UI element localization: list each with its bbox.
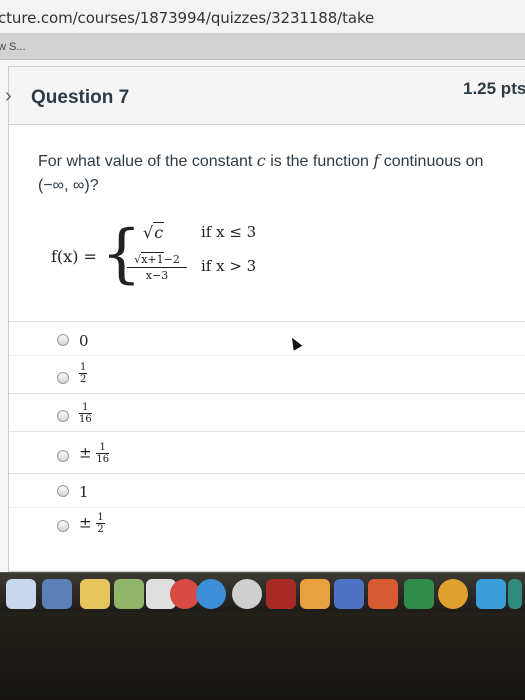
bookmarks-bar: w S... [0, 34, 525, 60]
app-store-icon[interactable] [476, 579, 506, 609]
url-text[interactable]: cture.com/courses/1873994/quizzes/323118… [0, 9, 374, 27]
answer-option[interactable]: ± 12 [9, 507, 525, 541]
question-header: › Question 7 1.25 pts [5, 67, 525, 125]
address-bar[interactable]: cture.com/courses/1873994/quizzes/323118… [0, 0, 525, 34]
radio-button[interactable] [57, 410, 69, 422]
radio-button[interactable] [57, 520, 69, 532]
formula-lhs: f(x) = [51, 247, 97, 266]
answer-option[interactable]: 12 [9, 355, 525, 389]
safari-icon[interactable] [196, 579, 226, 609]
radio-button[interactable] [57, 450, 69, 462]
question-points: 1.25 pts [463, 79, 525, 98]
question-text: For what value of the constant c is the … [38, 151, 484, 194]
onenote-icon[interactable] [438, 579, 468, 609]
piecewise-formula: f(x) = { √c if x ≤ 3 √x+1−2 x−3 if x > 3 [51, 217, 311, 295]
pdf-icon[interactable] [300, 579, 330, 609]
interval: (−∞, ∞)? [38, 177, 99, 194]
textedit-icon[interactable] [508, 579, 522, 609]
photo-icon[interactable] [42, 579, 72, 609]
excel-icon[interactable] [404, 579, 434, 609]
answer-option[interactable]: 1 16 [9, 393, 525, 427]
constant-c: c [256, 151, 266, 170]
word-icon[interactable] [334, 579, 364, 609]
screen: cture.com/courses/1873994/quizzes/323118… [0, 0, 525, 572]
case2-condition: if x > 3 [201, 257, 257, 275]
monitor-bezel [0, 612, 525, 700]
chevron-right-icon[interactable]: › [5, 85, 12, 108]
dock [0, 572, 525, 612]
photo-booth-icon[interactable] [266, 579, 296, 609]
bookmark-item[interactable]: w S... [0, 41, 26, 53]
question-card: › Question 7 1.25 pts For what value of … [5, 66, 525, 572]
answer-option[interactable]: 0 [9, 321, 525, 355]
case2-fraction: √x+1−2 x−3 [127, 252, 187, 282]
facetime-icon[interactable] [232, 579, 262, 609]
question-title: Question 7 [31, 87, 130, 108]
preview-icon[interactable] [114, 579, 144, 609]
case1-condition: if x ≤ 3 [201, 223, 257, 241]
powerpoint-icon[interactable] [368, 579, 398, 609]
radio-button[interactable] [57, 372, 69, 384]
answer-option[interactable]: 1 [9, 473, 525, 507]
notes-icon[interactable] [80, 579, 110, 609]
case1-value: √c [143, 222, 165, 242]
answer-option[interactable]: ± 1 16 [9, 431, 525, 465]
radio-button[interactable] [57, 485, 69, 497]
radio-button[interactable] [57, 334, 69, 346]
itunes-icon[interactable] [6, 579, 36, 609]
